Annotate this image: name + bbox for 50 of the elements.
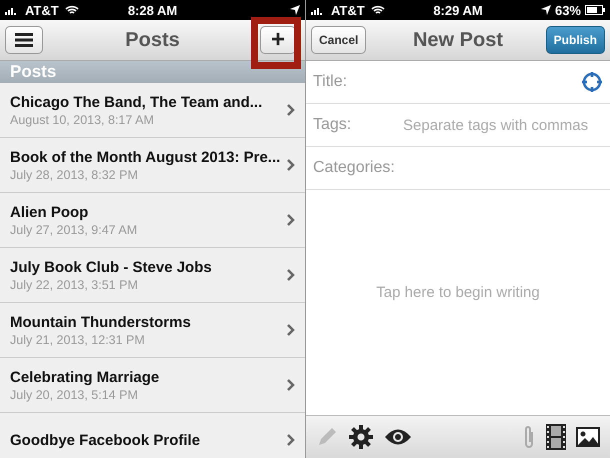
post-title: Goodbye Facebook Profile — [10, 432, 202, 448]
field-label: Title: — [313, 73, 348, 91]
post-date: July 28, 2013, 8:32 PM — [10, 168, 139, 182]
gear-icon[interactable] — [348, 424, 374, 450]
menu-icon — [15, 33, 33, 47]
chevron-icon — [287, 104, 295, 116]
field-label: Categories: — [313, 159, 396, 177]
eye-icon[interactable] — [384, 428, 412, 446]
carrier-label: AT&T — [331, 2, 365, 18]
post-date: August 10, 2013, 8:17 AM — [10, 112, 155, 126]
tags-input-field[interactable]: Separate tags with commas — [403, 116, 603, 134]
post-title: Mountain Thunderstorms — [10, 314, 192, 330]
location-arrow-icon — [290, 5, 300, 15]
post-date: July 21, 2013, 12:31 PM — [10, 332, 146, 346]
signal-icon — [5, 6, 19, 14]
post-date: July 22, 2013, 3:51 PM — [10, 278, 139, 292]
publish-button[interactable]: Publish — [546, 26, 605, 54]
carrier-label: AT&T — [25, 2, 59, 18]
battery-label: 63% — [554, 2, 581, 18]
clock-label: 8:29 AM — [433, 2, 483, 18]
nav-title: New Post — [412, 28, 504, 52]
chevron-icon — [287, 214, 295, 226]
menu-button[interactable] — [5, 26, 43, 54]
wifi-icon — [370, 5, 385, 15]
signal-icon — [311, 6, 325, 14]
paperclip-icon[interactable] — [522, 424, 536, 450]
film-strip-icon[interactable] — [546, 424, 566, 450]
chevron-icon — [287, 434, 295, 446]
chevron-icon — [287, 159, 295, 171]
post-title: Chicago The Band, The Team and... — [10, 94, 264, 110]
post-title: Alien Poop — [10, 204, 90, 220]
add-button[interactable]: + — [260, 26, 296, 54]
crosshair-icon[interactable] — [581, 71, 603, 93]
clock-label: 8:28 AM — [128, 2, 178, 18]
chevron-icon — [287, 379, 295, 391]
location-arrow-icon — [540, 5, 551, 15]
chevron-icon — [287, 269, 295, 281]
post-date: July 20, 2013, 5:14 PM — [10, 388, 139, 402]
chevron-icon — [287, 324, 295, 336]
post-date: July 27, 2013, 9:47 AM — [10, 222, 138, 236]
nav-title: Posts — [125, 28, 180, 52]
section-header: Posts — [0, 61, 305, 83]
post-title: July Book Club - Steve Jobs — [10, 258, 213, 276]
cancel-button[interactable]: Cancel — [311, 26, 366, 54]
wifi-icon — [64, 5, 79, 15]
post-title: Celebrating Marriage — [10, 368, 160, 386]
field-label: Tags: — [313, 116, 352, 134]
battery-icon — [585, 5, 605, 15]
image-icon[interactable] — [576, 427, 600, 447]
post-title: Book of the Month August 2013: Pre... — [10, 148, 282, 166]
